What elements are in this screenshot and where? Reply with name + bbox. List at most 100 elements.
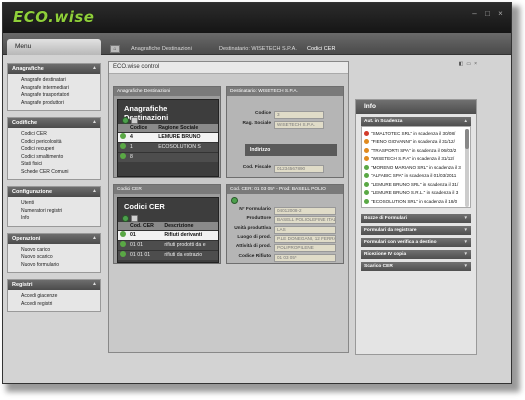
- menu-group-header[interactable]: Codifiche ▲: [8, 118, 100, 128]
- arrow-right-icon[interactable]: [120, 143, 126, 149]
- restore-icon[interactable]: ▭: [466, 61, 471, 67]
- arrow-right-icon[interactable]: [120, 241, 126, 247]
- pin-icon[interactable]: ◧: [459, 61, 464, 67]
- info-section-header[interactable]: Ricezione IV copia ▼: [361, 250, 471, 259]
- column-header[interactable]: Codice: [128, 124, 157, 132]
- row-icon-cell: [118, 131, 128, 142]
- sidebar-item[interactable]: Anagrafe trasportatori: [21, 92, 100, 100]
- table-row[interactable]: 01 Rifiuti derivanti: [118, 229, 218, 240]
- menu-group-header[interactable]: Anagrafiche ▲: [8, 64, 100, 74]
- field-input[interactable]: 3: [274, 111, 324, 119]
- list-item[interactable]: "TRASPORTI SPA" in scadenza il 06/03/2: [364, 146, 468, 155]
- sidebar-item[interactable]: Nuovo scarico: [21, 254, 100, 262]
- sidebar-item[interactable]: Stati fisici: [21, 161, 100, 169]
- search-icon[interactable]: [131, 116, 138, 124]
- chevron-down-icon: ▼: [463, 239, 468, 244]
- column-header[interactable]: Descrizione: [162, 222, 218, 230]
- sidebar-item[interactable]: Numeratori registri: [21, 208, 100, 216]
- sidebar-item[interactable]: Anagrafe intermediari: [21, 85, 100, 93]
- home-icon[interactable]: ⌂: [110, 45, 120, 53]
- list-item[interactable]: "MORENO MARIANO SRL" in scadenza il 3: [364, 163, 468, 172]
- menu-group-header[interactable]: Operazioni ▲: [8, 233, 100, 244]
- close-icon[interactable]: ×: [474, 61, 477, 67]
- scroll-thumb[interactable]: [465, 129, 469, 149]
- sidebar-item[interactable]: Anagrafe produttori: [21, 100, 100, 108]
- scadenze-header[interactable]: Aut. in Scadenza ▲: [361, 117, 471, 126]
- field-input[interactable]: 01 03 05*: [274, 253, 336, 262]
- sidebar-item[interactable]: Schede CER Comuni: [21, 169, 100, 177]
- sidebar-item[interactable]: Codici smaltimento: [21, 154, 100, 162]
- field-input[interactable]: 04012008-2: [274, 207, 336, 215]
- sidebar-item[interactable]: Accedi giacenze: [21, 293, 100, 301]
- maximize-button[interactable]: □: [483, 9, 492, 18]
- table-row[interactable]: 01 01 01 rifiuti da estrazio: [118, 249, 218, 260]
- form-row: Attività di prod. POLIPROPILENE: [227, 244, 343, 253]
- menu-items: Anagrafe destinatari Anagrafe intermediar…: [8, 74, 100, 110]
- sidebar-item[interactable]: Codici pericolosità: [21, 139, 100, 147]
- info-section-header[interactable]: Formulari con verifica a destino ▼: [361, 238, 471, 247]
- sidebar-item[interactable]: Nuovo formulario: [21, 262, 100, 270]
- column-header[interactable]: Cod. CER: [128, 222, 163, 230]
- sidebar-item[interactable]: Utenti: [21, 200, 100, 208]
- sidebar-item[interactable]: Codici CER: [21, 131, 100, 139]
- table-row[interactable]: 1 ECOSOLUTION S: [118, 141, 218, 152]
- list-item-text: "ECOSOLUTION SRL" in scadenza il 18/0: [371, 198, 458, 204]
- info-section-header[interactable]: Bozze di Formulari ▼: [361, 214, 471, 223]
- list-item-text: "WISETECH S.P.A" in scadenza il 31/12/: [371, 156, 455, 162]
- tab-codici-cer[interactable]: Codici CER: [303, 45, 339, 55]
- list-item-text: "MORENO MARIANO SRL" in scadenza il 3: [371, 164, 461, 170]
- status-icon: [364, 156, 369, 162]
- panel-formulario: Cod. CER: 01 03 05* - Prod: BASELL POLIO…: [226, 184, 344, 264]
- field-input[interactable]: WISETECH S.P.A.: [274, 121, 324, 129]
- arrow-right-icon[interactable]: [120, 231, 126, 237]
- tab-anagrafiche-destinazioni[interactable]: Anagrafiche Destinazioni: [127, 45, 196, 55]
- list-item[interactable]: "LEMURE BRUNO S.R.L." in scadenza il 3: [364, 189, 468, 198]
- panel-header: Codici CER: [114, 185, 220, 194]
- sidebar-item[interactable]: Accedi registri: [21, 301, 100, 309]
- list-item[interactable]: "LEMURE BRUNO SRL" in scadenza il 31/: [364, 180, 468, 189]
- info-section-title: Ricezione IV copia: [364, 251, 407, 257]
- refresh-icon[interactable]: [122, 214, 129, 222]
- minimize-button[interactable]: –: [470, 9, 479, 18]
- sidebar-item[interactable]: Info: [21, 215, 100, 223]
- indirizzo-section[interactable]: Indirizzo: [245, 144, 337, 156]
- field-input[interactable]: LAS: [274, 225, 336, 234]
- sidebar-item[interactable]: Anagrafe destinatari: [21, 77, 100, 85]
- menu-tab[interactable]: Menu: [7, 39, 101, 55]
- table-row[interactable]: 4 LEMURE BRUNO: [118, 131, 218, 142]
- field-input[interactable]: POLIPROPILENE: [274, 244, 336, 253]
- info-section: Scarico CER ▼: [361, 262, 471, 271]
- tab-bar: Menu ⌂ Anagrafiche Destinazioni Destinat…: [3, 33, 511, 55]
- table-row[interactable]: 01 01 rifiuti prodotti da e: [118, 239, 218, 250]
- field-label: N° Formulario: [239, 207, 271, 212]
- close-button[interactable]: ×: [496, 9, 505, 18]
- list-item[interactable]: "SMALTOTEC SRL" in scadenza il 30/08/: [364, 129, 468, 138]
- column-header[interactable]: Ragione Sociale: [156, 124, 218, 132]
- list-item[interactable]: "FIENO GIOVANNI" in scadenza il 31/12/: [364, 138, 468, 147]
- menu-group-header[interactable]: Registri ▲: [8, 280, 100, 290]
- refresh-icon[interactable]: [122, 116, 129, 124]
- field-label: Luogo di prod.: [237, 234, 271, 240]
- arrow-right-icon[interactable]: [120, 251, 126, 257]
- arrow-right-icon[interactable]: [120, 153, 126, 159]
- menu-items: Utenti Numeratori registri Info: [8, 197, 100, 226]
- menu-group-header[interactable]: Configurazione ▲: [8, 187, 100, 197]
- field-input[interactable]: P.LE DONEGANI, 12 FERRARA: [274, 234, 336, 243]
- list-item[interactable]: "WISETECH S.P.A" in scadenza il 31/12/: [364, 155, 468, 164]
- list-item[interactable]: "ECOSOLUTION SRL" in scadenza il 18/0: [364, 197, 468, 206]
- scrollbar[interactable]: [465, 129, 469, 207]
- tab-destinatario[interactable]: Destinatario: WISETECH S.P.A.: [215, 45, 301, 55]
- sidebar-item[interactable]: Codici recuperi: [21, 146, 100, 154]
- fiscal-code-field[interactable]: 01234567890: [274, 165, 324, 173]
- search-icon[interactable]: [131, 214, 138, 222]
- arrow-right-icon[interactable]: [120, 133, 126, 139]
- sidebar-item[interactable]: Nuovo carico: [21, 247, 100, 255]
- field-input[interactable]: BASELL POLIOLEFINE ITALIA: [274, 216, 336, 225]
- info-section-header[interactable]: Formulari da registrare ▼: [361, 226, 471, 235]
- refresh-icon[interactable]: [231, 197, 238, 204]
- info-section-header[interactable]: Scarico CER ▼: [361, 262, 471, 271]
- menu-items: Nuovo carico Nuovo scarico Nuovo formulari…: [8, 244, 100, 273]
- table-row[interactable]: 8: [118, 151, 218, 162]
- field-label: Unità produttiva: [234, 225, 271, 231]
- list-item[interactable]: "ALFABIC SPA" in scadenza il 01/03/2011: [364, 172, 468, 181]
